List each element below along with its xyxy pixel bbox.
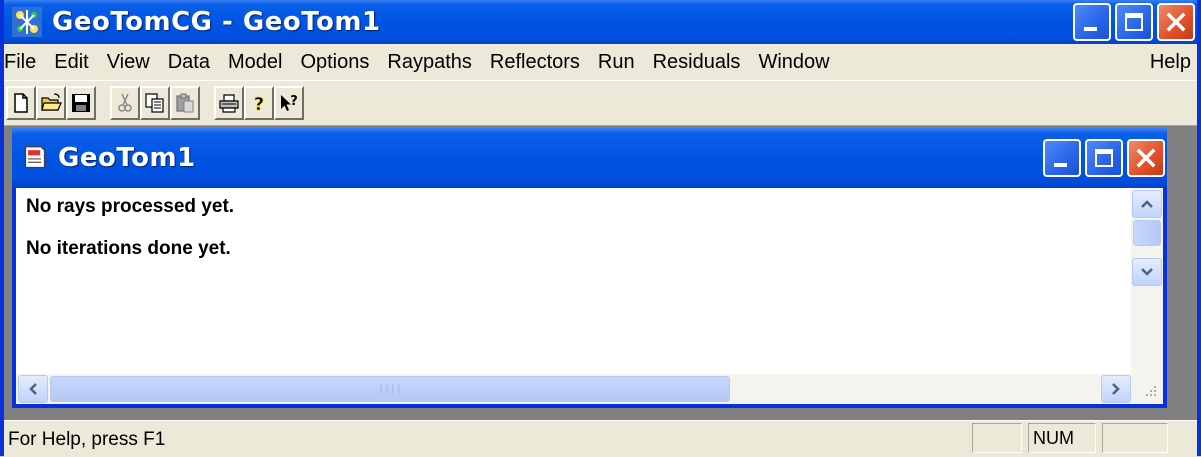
maximize-icon <box>1125 13 1143 31</box>
menu-data[interactable]: Data <box>162 51 222 74</box>
app-maximize-button[interactable] <box>1115 3 1153 41</box>
menu-file[interactable]: File <box>4 51 48 74</box>
scroll-down-button[interactable] <box>1132 258 1162 286</box>
menu-model[interactable]: Model <box>222 51 294 74</box>
menu-options[interactable]: Options <box>294 51 381 74</box>
close-icon <box>1166 12 1186 32</box>
app-window: GeoTomCG - GeoTom1 File Edit View Data M… <box>0 0 1201 457</box>
new-button[interactable] <box>6 86 36 120</box>
status-pane-caps <box>972 423 1022 453</box>
chevron-left-icon <box>29 383 37 395</box>
cut-scissors-icon <box>118 93 132 112</box>
horizontal-scrollbar[interactable]: | | | | <box>16 374 1163 404</box>
close-icon <box>1136 148 1156 168</box>
open-button[interactable] <box>36 86 66 120</box>
vertical-scrollbar[interactable] <box>1131 188 1163 374</box>
cut-button[interactable] <box>110 86 140 120</box>
app-window-controls <box>1073 3 1195 41</box>
about-question-icon: ? <box>253 94 264 114</box>
svg-text:?: ? <box>290 94 298 109</box>
chevron-up-icon <box>1141 200 1153 208</box>
vertical-scroll-thumb[interactable] <box>1133 220 1161 246</box>
paste-icon <box>176 93 194 113</box>
child-maximize-button[interactable] <box>1085 139 1123 177</box>
toolbar: ? ? <box>4 80 1197 126</box>
status-pane-num: NUM <box>1028 423 1096 453</box>
maximize-icon <box>1095 149 1113 167</box>
menu-reflectors[interactable]: Reflectors <box>484 51 592 74</box>
child-title: GeoTom1 <box>58 143 196 173</box>
document-icon <box>24 146 46 169</box>
child-window: GeoTom1 No rays processed yet. No iterat… <box>12 128 1167 408</box>
app-title: GeoTomCG - GeoTom1 <box>52 7 381 37</box>
menu-window[interactable]: Window <box>752 51 841 74</box>
thumb-grip-icon: | | | | <box>379 383 401 395</box>
menu-help[interactable]: Help <box>1144 51 1197 74</box>
context-help-icon: ? <box>281 94 298 111</box>
horizontal-scroll-thumb[interactable]: | | | | <box>50 376 730 402</box>
status-message: For Help, press F1 <box>8 429 166 450</box>
print-button[interactable] <box>214 86 244 120</box>
svg-text:?: ? <box>254 94 264 114</box>
context-help-button[interactable]: ? <box>274 86 304 120</box>
scroll-up-button[interactable] <box>1132 190 1162 218</box>
menu-view[interactable]: View <box>101 51 162 74</box>
status-line-rays: No rays processed yet. <box>26 196 235 217</box>
scroll-left-button[interactable] <box>18 375 48 403</box>
child-window-controls <box>1043 139 1165 177</box>
save-button[interactable] <box>66 86 96 120</box>
child-title-bar[interactable]: GeoTom1 <box>12 128 1167 188</box>
child-close-button[interactable] <box>1127 139 1165 177</box>
new-document-icon <box>14 93 28 113</box>
chevron-right-icon <box>1112 383 1120 395</box>
status-pane-scroll <box>1102 423 1168 453</box>
copy-icon <box>145 93 164 113</box>
child-minimize-button[interactable] <box>1043 139 1081 177</box>
chevron-down-icon <box>1141 268 1153 276</box>
status-line-iterations: No iterations done yet. <box>26 238 231 259</box>
text-view[interactable]: No rays processed yet. No iterations don… <box>16 188 1163 374</box>
scroll-right-button[interactable] <box>1101 375 1131 403</box>
print-icon <box>219 94 239 113</box>
save-floppy-icon <box>72 94 90 112</box>
app-minimize-button[interactable] <box>1073 3 1111 41</box>
minimize-icon <box>1054 163 1067 167</box>
menu-bar: File Edit View Data Model Options Raypat… <box>4 44 1197 80</box>
resize-grip-icon[interactable] <box>1139 381 1159 401</box>
about-button[interactable]: ? <box>244 86 274 120</box>
menu-residuals[interactable]: Residuals <box>647 51 753 74</box>
minimize-icon <box>1084 27 1097 31</box>
app-close-button[interactable] <box>1157 3 1195 41</box>
status-bar: For Help, press F1 NUM <box>4 420 1197 457</box>
mdi-client-area: GeoTom1 No rays processed yet. No iterat… <box>4 126 1197 420</box>
open-folder-icon <box>41 93 62 111</box>
app-title-bar[interactable]: GeoTomCG - GeoTom1 <box>4 0 1197 44</box>
paste-button[interactable] <box>170 86 200 120</box>
menu-raypaths[interactable]: Raypaths <box>381 51 484 74</box>
menu-edit[interactable]: Edit <box>48 51 100 74</box>
menu-run[interactable]: Run <box>592 51 647 74</box>
geotom-app-icon <box>12 7 42 37</box>
copy-button[interactable] <box>140 86 170 120</box>
